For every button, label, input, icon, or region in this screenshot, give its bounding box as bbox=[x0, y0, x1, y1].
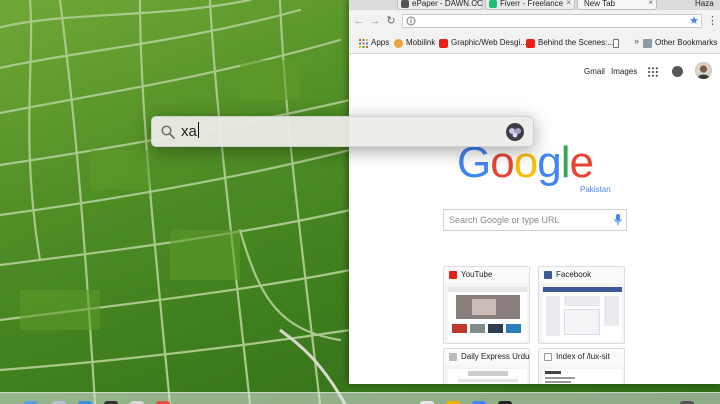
close-icon[interactable]: × bbox=[566, 0, 571, 7]
tile-title: Facebook bbox=[556, 270, 592, 279]
google-logo: Google bbox=[457, 138, 594, 187]
logo-letter: o bbox=[513, 138, 539, 187]
bookmark-behind-scenes[interactable]: Behind the Scenes:... bbox=[526, 37, 614, 49]
info-icon[interactable] bbox=[406, 16, 416, 26]
app-icon[interactable] bbox=[506, 123, 524, 141]
folder-icon bbox=[643, 39, 652, 48]
logo-letter: o bbox=[490, 138, 515, 187]
tab-label: Fiverr - Freelance bbox=[500, 0, 564, 8]
search-placeholder: Search Google or type URL bbox=[449, 215, 560, 225]
notifications-icon[interactable] bbox=[672, 66, 683, 77]
page-icon bbox=[449, 353, 457, 361]
star-icon[interactable]: ★ bbox=[689, 14, 699, 27]
tile-title: Daily Express Urdu N bbox=[461, 352, 529, 361]
bookmark-label: Graphic/Web Desgi... bbox=[451, 38, 527, 47]
forward-arrow-icon[interactable]: → bbox=[368, 14, 382, 28]
address-bar[interactable]: ★ bbox=[402, 14, 702, 28]
close-icon[interactable]: × bbox=[648, 0, 653, 7]
tab-dawn[interactable]: ePaper - DAWN.CO × bbox=[397, 0, 483, 10]
tile-thumbnail bbox=[448, 287, 527, 341]
bookmarks-more-icon[interactable]: » bbox=[634, 36, 639, 46]
tile-facebook[interactable]: Facebook bbox=[538, 266, 625, 344]
tile-index-lux[interactable]: Index of /lux-sit bbox=[538, 348, 625, 384]
youtube-icon bbox=[449, 271, 457, 279]
browser-window: ePaper - DAWN.CO × Fiverr - Freelance × … bbox=[349, 0, 720, 384]
youtube-icon bbox=[526, 39, 535, 48]
tab-strip: ePaper - DAWN.CO × Fiverr - Freelance × … bbox=[349, 0, 720, 10]
images-link[interactable]: Images bbox=[611, 67, 637, 76]
tab-fiverr[interactable]: Fiverr - Freelance × bbox=[485, 0, 575, 10]
spotlight-search-bar[interactable]: xa bbox=[151, 116, 534, 147]
bookmark-graphic-web[interactable]: Graphic/Web Desgi... bbox=[439, 37, 527, 49]
bookmark-label: Other Bookmarks bbox=[655, 38, 718, 47]
tab-label: ePaper - DAWN.CO bbox=[412, 0, 483, 8]
tile-thumbnail bbox=[543, 369, 622, 384]
tile-youtube[interactable]: YouTube bbox=[443, 266, 530, 344]
bookmark-label: Apps bbox=[371, 38, 390, 47]
logo-letter: G bbox=[457, 138, 491, 187]
facebook-icon bbox=[544, 271, 552, 279]
dawn-icon bbox=[401, 0, 409, 8]
fiverr-icon bbox=[489, 0, 497, 8]
bookmark-apps[interactable]: Apps bbox=[359, 37, 389, 49]
tile-header: Facebook bbox=[539, 267, 624, 283]
tile-title: Index of /lux-sit bbox=[556, 352, 610, 361]
profile-photo bbox=[695, 62, 712, 79]
page-icon bbox=[544, 353, 552, 361]
bookmark-label: Behind the Scenes:... bbox=[538, 38, 615, 47]
reload-icon[interactable]: ↻ bbox=[384, 14, 398, 28]
tile-header: YouTube bbox=[444, 267, 529, 283]
text-cursor bbox=[197, 122, 199, 138]
tab-new-tab[interactable]: New Tab × bbox=[577, 0, 657, 10]
logo-letter: g bbox=[537, 138, 562, 187]
document-icon bbox=[613, 39, 619, 48]
close-icon[interactable]: × bbox=[474, 0, 479, 7]
browser-toolbar: ← → ↻ ★ ⋮ bbox=[349, 10, 720, 32]
gmail-link[interactable]: Gmail bbox=[584, 67, 605, 76]
tile-thumbnail bbox=[448, 369, 527, 384]
app-glyph bbox=[509, 128, 521, 138]
apps-grid-icon[interactable] bbox=[648, 67, 658, 77]
youtube-icon bbox=[439, 39, 448, 48]
avatar[interactable] bbox=[695, 62, 712, 79]
google-search-input[interactable]: Search Google or type URL bbox=[443, 209, 627, 231]
tile-thumbnail bbox=[543, 287, 622, 341]
bookmark-label: Mobilink bbox=[406, 38, 436, 47]
apps-grid-icon bbox=[359, 39, 368, 48]
tile-title: YouTube bbox=[461, 270, 493, 279]
bookmark-other[interactable]: Other Bookmarks bbox=[643, 37, 717, 49]
search-icon bbox=[161, 125, 175, 139]
new-tab-page: Gmail Images Google Pakistan Search Goog… bbox=[349, 55, 720, 384]
spotlight-query[interactable]: xa bbox=[181, 122, 199, 142]
microphone-icon[interactable] bbox=[614, 214, 622, 226]
back-arrow-icon[interactable]: ← bbox=[352, 14, 366, 28]
profile-label[interactable]: Haza bbox=[695, 0, 714, 8]
tile-daily-express[interactable]: Daily Express Urdu N bbox=[443, 348, 530, 384]
logo-region: Pakistan bbox=[580, 185, 611, 194]
bookmark-document[interactable] bbox=[613, 37, 621, 49]
spotlight-query-text: xa bbox=[181, 123, 197, 140]
logo-letter: e bbox=[569, 138, 594, 187]
tab-label: New Tab bbox=[584, 0, 615, 8]
logo-letter: l bbox=[560, 138, 571, 187]
tile-header: Daily Express Urdu N bbox=[444, 349, 529, 365]
mobilink-icon bbox=[394, 39, 403, 48]
bookmarks-bar: Apps Mobilink Graphic/Web Desgi... Behin… bbox=[349, 32, 720, 54]
bookmark-mobilink[interactable]: Mobilink bbox=[394, 37, 435, 49]
tile-header: Index of /lux-sit bbox=[539, 349, 624, 365]
menu-icon[interactable]: ⋮ bbox=[707, 14, 718, 28]
